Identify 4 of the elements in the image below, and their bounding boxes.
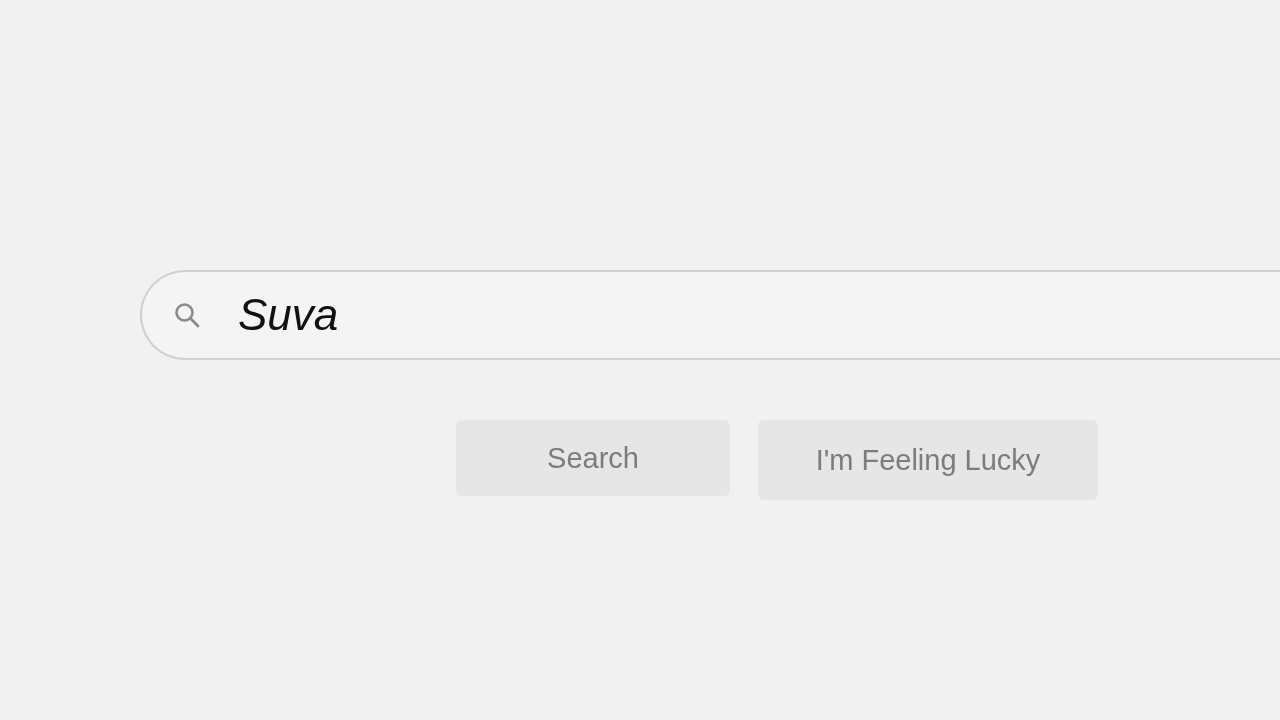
search-button[interactable]: Search — [456, 420, 730, 496]
lucky-button[interactable]: I'm Feeling Lucky — [758, 420, 1098, 500]
search-field[interactable]: Suva — [140, 270, 1280, 360]
search-icon — [174, 302, 200, 328]
